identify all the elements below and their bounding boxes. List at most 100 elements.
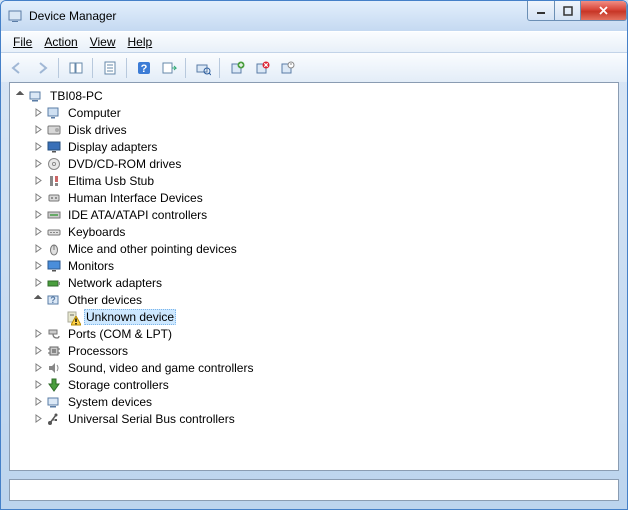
- action-button[interactable]: [157, 56, 180, 79]
- nav-forward-button[interactable]: [30, 56, 53, 79]
- expand-icon[interactable]: [30, 258, 46, 274]
- window-controls: [527, 1, 627, 21]
- category-other[interactable]: ? Other devices: [30, 291, 616, 308]
- category-system[interactable]: System devices: [30, 393, 616, 410]
- ide-icon: [46, 207, 62, 223]
- device-tree: TBI08-PC ComputerDisk drives Display adapt…: [10, 83, 618, 431]
- expand-icon[interactable]: [30, 343, 46, 359]
- category-diskdrives[interactable]: Disk drives: [30, 121, 616, 138]
- toolbar-separator: [185, 58, 186, 78]
- window-title: Device Manager: [29, 9, 116, 23]
- category-label: Network adapters: [66, 276, 164, 290]
- category-label: Eltima Usb Stub: [66, 174, 156, 188]
- diskdrives-icon: [46, 122, 62, 138]
- expand-icon[interactable]: [30, 411, 46, 427]
- category-monitors[interactable]: Monitors: [30, 257, 616, 274]
- category-ports[interactable]: Ports (COM & LPT): [30, 325, 616, 342]
- expand-icon[interactable]: [30, 377, 46, 393]
- category-keyboards[interactable]: Keyboards: [30, 223, 616, 240]
- menu-file[interactable]: File: [7, 33, 38, 51]
- nav-back-button[interactable]: [5, 56, 28, 79]
- collapse-icon[interactable]: [12, 88, 28, 104]
- expand-icon[interactable]: [30, 105, 46, 121]
- category-usb[interactable]: Universal Serial Bus controllers: [30, 410, 616, 427]
- category-network[interactable]: Network adapters: [30, 274, 616, 291]
- uninstall-button[interactable]: [250, 56, 273, 79]
- properties-button[interactable]: [98, 56, 121, 79]
- expand-icon[interactable]: [30, 326, 46, 342]
- toolbar-separator: [219, 58, 220, 78]
- expand-icon[interactable]: [30, 207, 46, 223]
- update-driver-button[interactable]: [225, 56, 248, 79]
- collapse-icon[interactable]: [30, 292, 46, 308]
- category-storage[interactable]: Storage controllers: [30, 376, 616, 393]
- scan-hardware-button[interactable]: [191, 56, 214, 79]
- category-hid[interactable]: Human Interface Devices: [30, 189, 616, 206]
- category-label: Computer: [66, 106, 123, 120]
- device-icon-warning: [64, 309, 80, 325]
- network-icon: [46, 275, 62, 291]
- category-label: Processors: [66, 344, 130, 358]
- hid-icon: [46, 190, 62, 206]
- monitors-icon: [46, 258, 62, 274]
- menu-action[interactable]: Action: [38, 33, 83, 51]
- category-label: Storage controllers: [66, 378, 171, 392]
- category-label: Display adapters: [66, 140, 159, 154]
- usb-icon: [46, 411, 62, 427]
- device-label: Unknown device: [84, 309, 176, 325]
- category-label: Human Interface Devices: [66, 191, 205, 205]
- expand-icon[interactable]: [30, 190, 46, 206]
- other-icon: ?: [46, 292, 62, 308]
- expand-icon[interactable]: [30, 360, 46, 376]
- tree-root[interactable]: TBI08-PC: [12, 87, 616, 104]
- sound-icon: [46, 360, 62, 376]
- expand-icon[interactable]: [30, 156, 46, 172]
- category-label: Other devices: [66, 293, 144, 307]
- expand-icon[interactable]: [30, 173, 46, 189]
- category-label: Sound, video and game controllers: [66, 361, 255, 375]
- category-display[interactable]: Display adapters: [30, 138, 616, 155]
- ports-icon: [46, 326, 62, 342]
- help-button[interactable]: ?: [132, 56, 155, 79]
- expand-icon[interactable]: [30, 241, 46, 257]
- menu-view[interactable]: View: [84, 33, 122, 51]
- category-label: DVD/CD-ROM drives: [66, 157, 183, 171]
- expand-icon[interactable]: [30, 224, 46, 240]
- category-label: Keyboards: [66, 225, 127, 239]
- expand-icon[interactable]: [30, 139, 46, 155]
- expand-icon[interactable]: [30, 122, 46, 138]
- category-processors[interactable]: Processors: [30, 342, 616, 359]
- device-unknown[interactable]: Unknown device: [48, 308, 616, 325]
- toolbar-separator: [92, 58, 93, 78]
- toolbar: ?: [1, 52, 627, 82]
- display-icon: [46, 139, 62, 155]
- category-sound[interactable]: Sound, video and game controllers: [30, 359, 616, 376]
- menu-help[interactable]: Help: [122, 33, 159, 51]
- titlebar[interactable]: Device Manager: [1, 1, 627, 31]
- category-computer[interactable]: Computer: [30, 104, 616, 121]
- category-ide[interactable]: IDE ATA/ATAPI controllers: [30, 206, 616, 223]
- maximize-button[interactable]: [555, 1, 581, 21]
- expand-icon[interactable]: [30, 394, 46, 410]
- disable-button[interactable]: [275, 56, 298, 79]
- category-mice[interactable]: Mice and other pointing devices: [30, 240, 616, 257]
- device-manager-window: Device Manager File Action View Help ? T…: [0, 0, 628, 510]
- category-label: Universal Serial Bus controllers: [66, 412, 237, 426]
- status-bar: [9, 479, 619, 501]
- category-label: System devices: [66, 395, 154, 409]
- expand-icon[interactable]: [30, 275, 46, 291]
- computer-icon: [46, 105, 62, 121]
- category-label: Ports (COM & LPT): [66, 327, 174, 341]
- tree-panel[interactable]: TBI08-PC ComputerDisk drives Display adapt…: [9, 82, 619, 471]
- category-label: Mice and other pointing devices: [66, 242, 239, 256]
- category-dvd[interactable]: DVD/CD-ROM drives: [30, 155, 616, 172]
- computer-root-icon: [28, 88, 44, 104]
- processors-icon: [46, 343, 62, 359]
- close-button[interactable]: [581, 1, 627, 21]
- category-eltima[interactable]: Eltima Usb Stub: [30, 172, 616, 189]
- show-hide-tree-button[interactable]: [64, 56, 87, 79]
- category-label: Monitors: [66, 259, 116, 273]
- tree-root-label: TBI08-PC: [48, 89, 105, 103]
- app-icon: [7, 8, 23, 24]
- minimize-button[interactable]: [527, 1, 555, 21]
